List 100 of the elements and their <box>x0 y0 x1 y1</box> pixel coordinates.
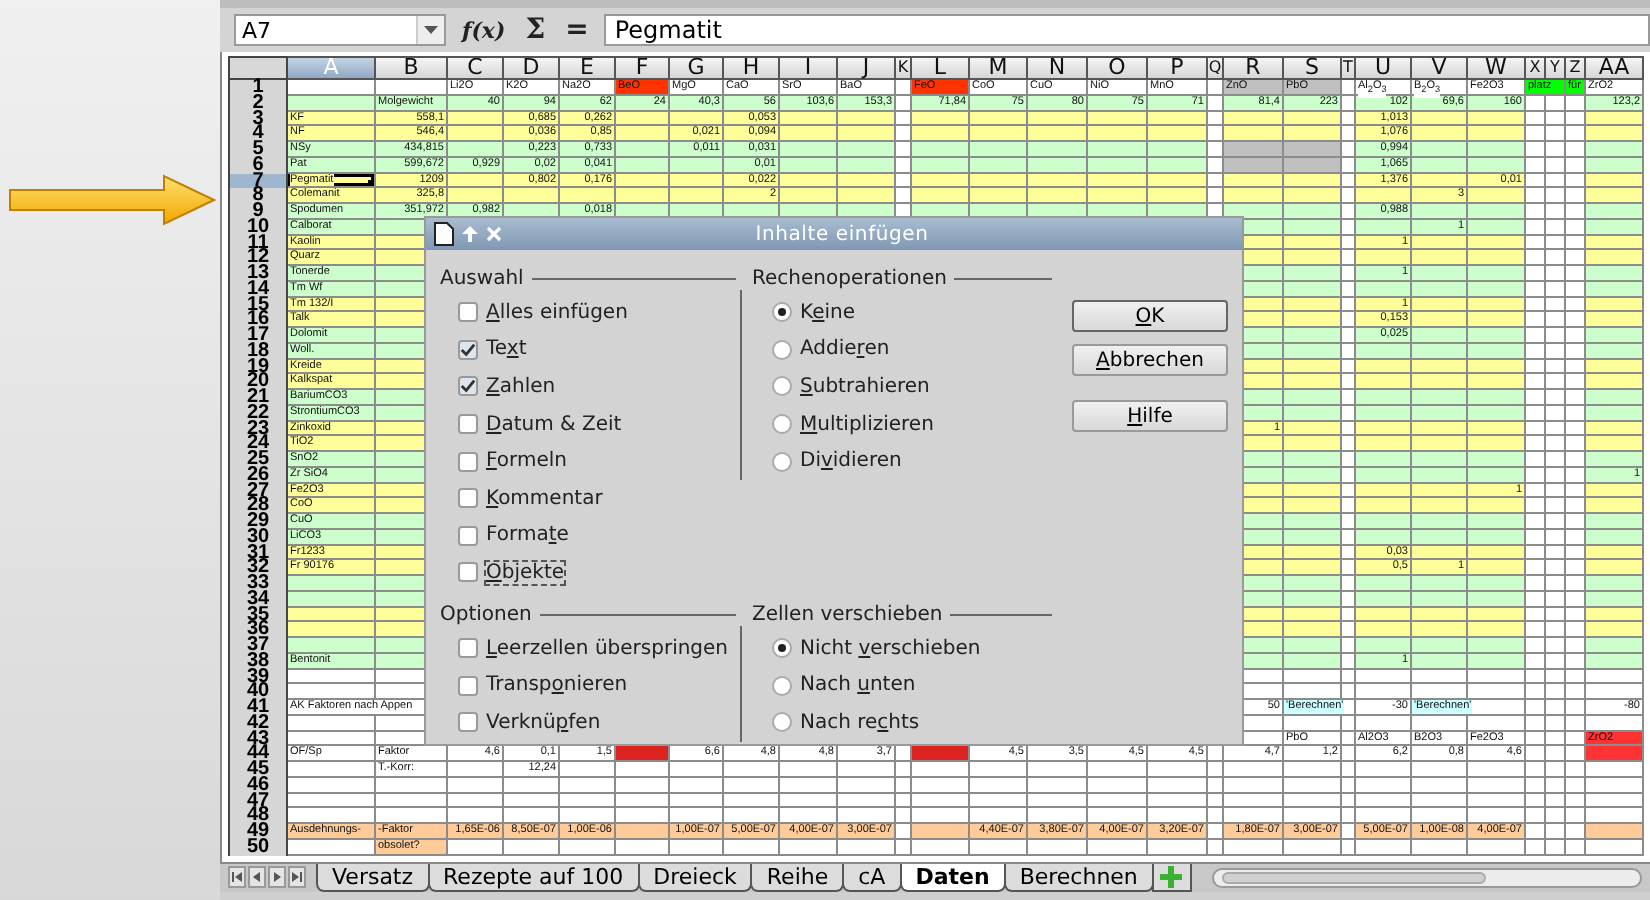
row-header[interactable]: 44 <box>228 746 288 762</box>
row-header[interactable]: 18 <box>228 343 288 359</box>
row-header[interactable]: 36 <box>228 622 288 638</box>
sheet-tab[interactable]: Rezepte auf 100 <box>427 864 640 892</box>
column-header[interactable]: V <box>1412 56 1468 80</box>
row-header[interactable]: 11 <box>228 235 288 251</box>
row-header[interactable]: 38 <box>228 653 288 669</box>
row-header[interactable]: 31 <box>228 545 288 561</box>
column-header[interactable]: N <box>1028 56 1088 80</box>
row-header[interactable]: 23 <box>228 421 288 437</box>
sheet-tab[interactable]: Versatz <box>316 864 430 892</box>
row-header[interactable]: 35 <box>228 607 288 623</box>
column-header[interactable]: O <box>1088 56 1148 80</box>
row-header[interactable]: 1 <box>228 80 288 96</box>
row-header[interactable]: 39 <box>228 669 288 685</box>
option-label[interactable]: Addieren <box>800 338 890 361</box>
row-header[interactable]: 40 <box>228 684 288 700</box>
column-header[interactable]: S <box>1284 56 1342 80</box>
column-header[interactable]: J <box>838 56 896 80</box>
option-label[interactable]: Multiplizieren <box>800 413 934 436</box>
option-label[interactable]: Leerzellen überspringen <box>486 637 729 660</box>
column-header[interactable]: G <box>670 56 724 80</box>
row-header[interactable]: 32 <box>228 560 288 576</box>
row-header[interactable]: 42 <box>228 715 288 731</box>
dialog-button[interactable]: Hilfe <box>1072 400 1228 432</box>
row-header[interactable]: 41 <box>228 700 288 716</box>
row-header[interactable]: 27 <box>228 483 288 499</box>
row-header[interactable]: 8 <box>228 188 288 204</box>
sheet-tab[interactable]: Dreieck <box>637 864 753 892</box>
sheet-tab[interactable]: Berechnen <box>1003 864 1154 892</box>
row-header[interactable]: 5 <box>228 142 288 158</box>
name-box[interactable]: A7 <box>234 14 446 46</box>
column-header[interactable]: C <box>448 56 504 80</box>
row-header[interactable]: 24 <box>228 436 288 452</box>
option-label[interactable]: Nach unten <box>800 674 916 697</box>
column-header[interactable]: L <box>912 56 970 80</box>
row-header[interactable]: 12 <box>228 250 288 266</box>
row-header[interactable]: 45 <box>228 762 288 778</box>
row-header[interactable]: 29 <box>228 514 288 530</box>
option-label[interactable]: Verknüpfen <box>486 711 601 734</box>
row-header[interactable]: 21 <box>228 390 288 406</box>
row-header[interactable]: 10 <box>228 219 288 235</box>
row-header[interactable]: 25 <box>228 452 288 468</box>
row-header[interactable]: 22 <box>228 405 288 421</box>
column-header[interactable]: I <box>780 56 838 80</box>
sheet-tab[interactable]: Daten <box>899 864 1006 892</box>
option-label[interactable]: Formeln <box>486 450 567 473</box>
row-header[interactable]: 17 <box>228 328 288 344</box>
formula-toolbar-button[interactable]: f(x) <box>458 17 510 43</box>
row-header[interactable]: 26 <box>228 467 288 483</box>
option-label[interactable]: Nicht verschieben <box>800 637 981 660</box>
column-header[interactable]: M <box>970 56 1028 80</box>
column-header[interactable]: W <box>1468 56 1526 80</box>
option-label[interactable]: Subtrahieren <box>800 375 930 398</box>
row-header[interactable]: 15 <box>228 297 288 313</box>
option-label[interactable]: Datum & Zeit <box>486 413 622 436</box>
row-header[interactable]: 49 <box>228 824 288 840</box>
option-label[interactable]: Nach rechts <box>800 711 920 734</box>
column-header[interactable]: T <box>1342 56 1356 80</box>
formula-input[interactable]: Pegmatit <box>604 14 1650 46</box>
column-header[interactable]: Z <box>1566 56 1586 80</box>
row-header[interactable]: 28 <box>228 498 288 514</box>
option-label[interactable]: Alles einfügen <box>486 301 628 324</box>
column-header[interactable]: U <box>1356 56 1412 80</box>
row-header[interactable]: 4 <box>228 126 288 142</box>
option-label[interactable]: Dividieren <box>800 450 902 473</box>
row-header[interactable]: 37 <box>228 638 288 654</box>
option-label[interactable]: Transponieren <box>486 674 628 697</box>
column-header[interactable]: H <box>724 56 780 80</box>
row-header[interactable]: 34 <box>228 591 288 607</box>
row-header[interactable]: 43 <box>228 731 288 747</box>
row-header[interactable]: 13 <box>228 266 288 282</box>
column-header[interactable]: Q <box>1208 56 1224 80</box>
column-header[interactable]: X <box>1526 56 1546 80</box>
row-header[interactable]: 48 <box>228 808 288 824</box>
column-header[interactable]: AA <box>1586 56 1644 80</box>
column-header[interactable]: Y <box>1546 56 1566 80</box>
dialog-button[interactable]: OK <box>1072 300 1228 332</box>
option-label[interactable]: Objekte <box>486 561 565 584</box>
row-header[interactable]: 19 <box>228 359 288 375</box>
option-label[interactable]: Keine <box>800 301 855 324</box>
column-header[interactable]: B <box>376 56 448 80</box>
formula-toolbar-button[interactable]: = <box>561 14 593 46</box>
sheet-tab[interactable]: cA <box>842 864 902 892</box>
column-header[interactable]: D <box>504 56 560 80</box>
row-header[interactable]: 9 <box>228 204 288 220</box>
column-header[interactable]: K <box>896 56 912 80</box>
option-label[interactable]: Text <box>486 338 527 361</box>
column-header[interactable]: E <box>560 56 616 80</box>
option-label[interactable]: Zahlen <box>486 375 556 398</box>
row-header[interactable]: 20 <box>228 374 288 390</box>
option-label[interactable]: Formate <box>486 524 569 547</box>
sheet-tab[interactable]: Reihe <box>750 864 845 892</box>
row-header[interactable]: 16 <box>228 312 288 328</box>
column-header[interactable]: P <box>1148 56 1208 80</box>
option-label[interactable]: Kommentar <box>486 487 603 510</box>
row-header[interactable]: 46 <box>228 777 288 793</box>
row-header[interactable]: 50 <box>228 839 288 855</box>
row-header[interactable]: 47 <box>228 793 288 809</box>
row-header[interactable]: 33 <box>228 576 288 592</box>
